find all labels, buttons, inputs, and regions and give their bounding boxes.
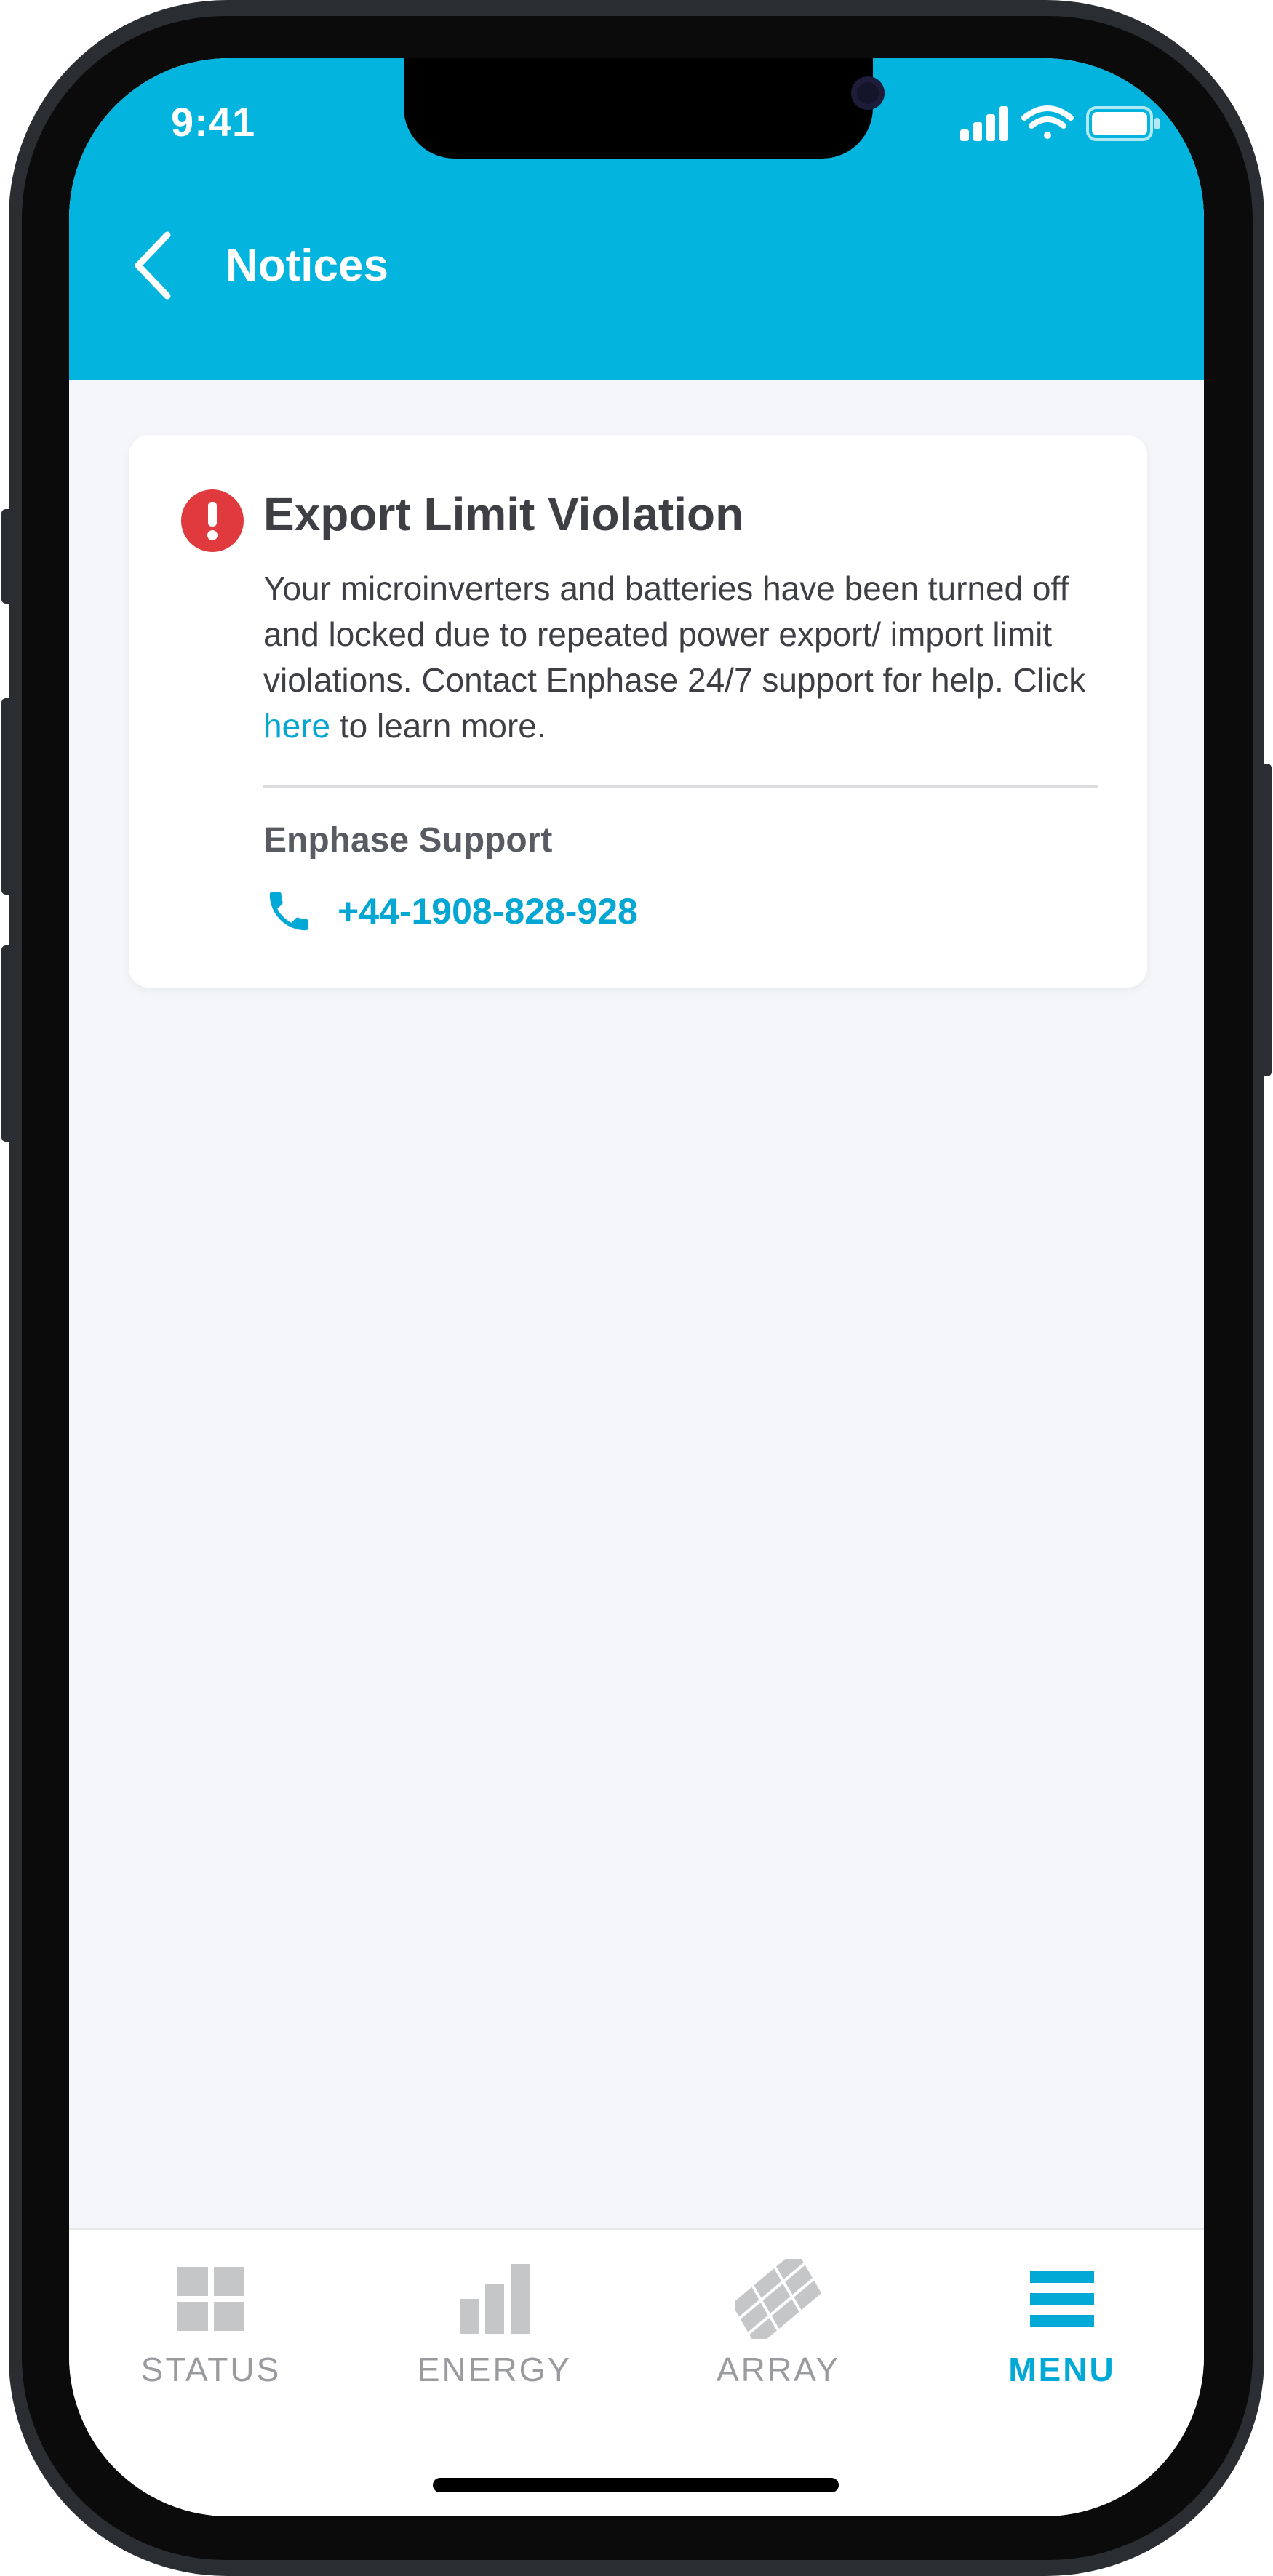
battery-icon: [1086, 106, 1160, 141]
menu-icon: [1018, 2263, 1106, 2335]
side-button: [1, 509, 13, 604]
volume-down-button: [1, 945, 13, 1142]
tab-array-label: ARRAY: [716, 2351, 841, 2388]
notice-card: Export Limit Violation Your microinverte…: [129, 435, 1147, 988]
notice-title: Export Limit Violation: [263, 488, 744, 540]
tab-status[interactable]: STATUS: [69, 2230, 353, 2419]
tab-bar: STATUS ENERGY ARRAY MENU: [69, 2228, 1204, 2516]
power-button: [1260, 764, 1272, 1076]
camera: [851, 76, 885, 110]
tab-menu-label: MENU: [1008, 2351, 1116, 2388]
chevron-left-icon: [135, 231, 171, 300]
support-phone-number: +44-1908-828-928: [338, 891, 638, 932]
alert-icon: [181, 489, 244, 552]
notice-body-text-end: to learn more.: [330, 707, 546, 745]
home-indicator: [433, 2478, 839, 2492]
divider: [263, 785, 1098, 788]
tab-status-label: STATUS: [140, 2351, 282, 2388]
tab-menu[interactable]: MENU: [920, 2230, 1204, 2419]
support-label: Enphase Support: [263, 821, 553, 860]
volume-up-button: [1, 698, 13, 895]
page-title: Notices: [226, 241, 388, 291]
wifi-icon: [1021, 105, 1074, 139]
notice-body-text: Your microinverters and batteries have b…: [263, 569, 1086, 699]
notice-body: Your microinverters and batteries have b…: [263, 566, 1107, 749]
back-button[interactable]: [113, 225, 193, 305]
tab-array[interactable]: ARRAY: [636, 2230, 920, 2419]
status-time: 9:41: [171, 99, 256, 145]
learn-more-link[interactable]: here: [263, 707, 330, 745]
status-icons: [960, 105, 1160, 141]
solar-array-icon: [735, 2259, 822, 2339]
support-phone-link[interactable]: +44-1908-828-928: [263, 886, 638, 937]
tab-energy-label: ENERGY: [417, 2351, 572, 2388]
bar-chart-icon: [451, 2263, 538, 2335]
notch: [404, 58, 885, 159]
tab-energy[interactable]: ENERGY: [353, 2230, 636, 2419]
screen: 9:41 Notices Export Limit Violation Your…: [69, 58, 1204, 2516]
phone-icon: [269, 892, 308, 931]
grid-icon: [167, 2263, 255, 2335]
signal-icon: [960, 106, 1008, 141]
